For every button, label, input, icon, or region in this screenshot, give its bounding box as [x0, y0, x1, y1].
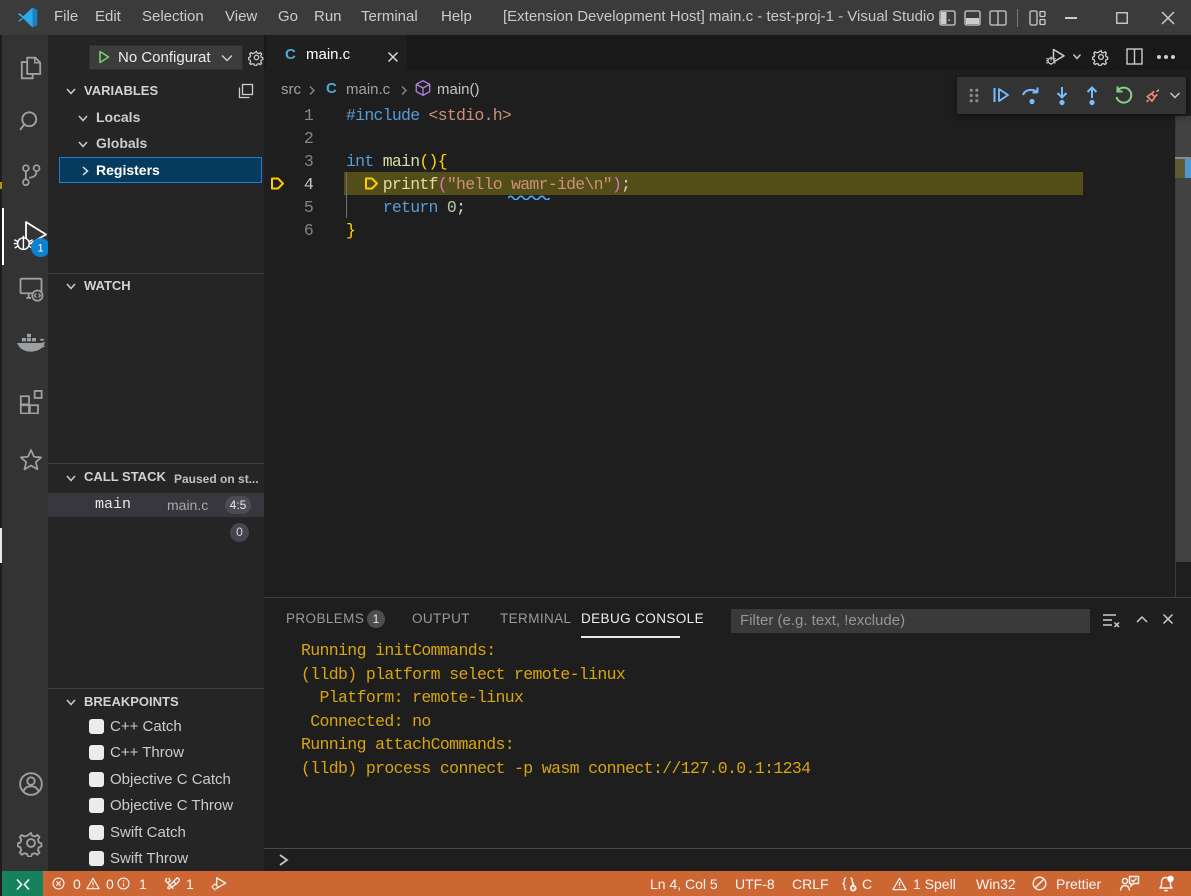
svg-text:1: 1: [38, 243, 44, 255]
